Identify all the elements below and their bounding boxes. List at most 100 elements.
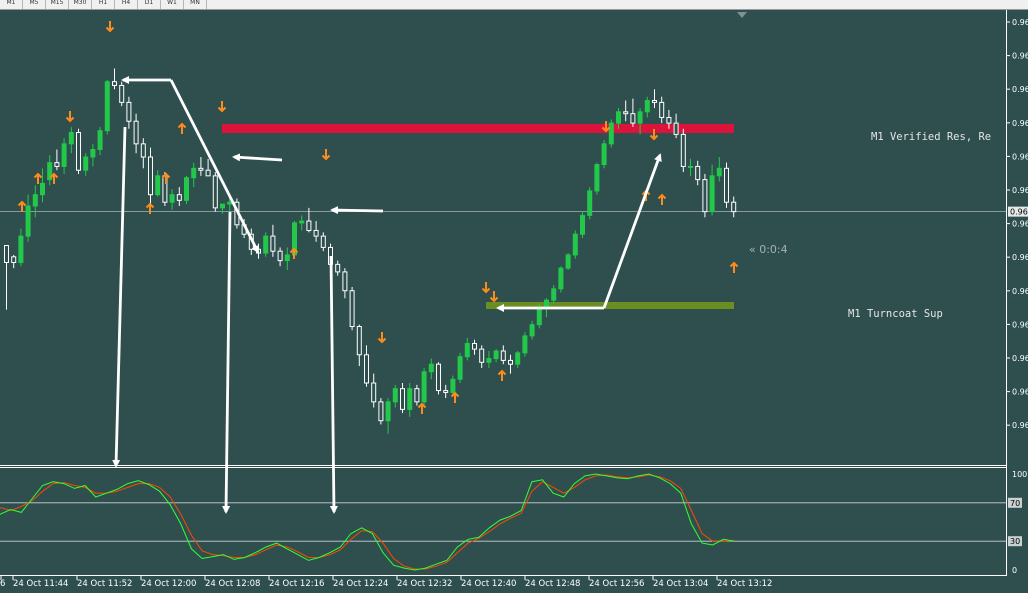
time-axis-label: 24 Oct 12:00 xyxy=(141,579,196,589)
candle-body xyxy=(551,288,557,301)
candle-body xyxy=(90,148,96,158)
candle-body xyxy=(479,348,485,363)
candle-body xyxy=(54,162,60,167)
time-axis-label: 24 Oct 12:40 xyxy=(461,579,516,589)
time-axis-label: 24 Oct 12:24 xyxy=(333,579,388,589)
support-label: M1 Turncoat Sup xyxy=(848,308,943,320)
candle-body xyxy=(716,167,722,177)
candle-body xyxy=(400,388,405,410)
candle-body xyxy=(263,235,269,254)
price-axis-label: 0.96 xyxy=(1012,320,1028,329)
candle-body xyxy=(299,220,305,224)
candle-body xyxy=(104,81,110,132)
candle-body xyxy=(652,100,657,103)
candle-body xyxy=(126,101,132,122)
candle-body xyxy=(500,350,506,361)
candle-body xyxy=(176,194,182,201)
candle-body xyxy=(385,401,391,422)
candle-body xyxy=(220,203,225,209)
candle-body xyxy=(40,182,45,196)
price-pane xyxy=(0,10,1006,464)
candle-body xyxy=(450,378,456,393)
time-axis-label: 24 Oct 12:16 xyxy=(269,579,324,589)
candle-body xyxy=(198,167,204,171)
candle-body xyxy=(306,220,312,231)
candle-body xyxy=(25,205,31,237)
candle-body xyxy=(443,390,449,393)
candle-body xyxy=(623,111,629,115)
candle-body xyxy=(191,167,197,179)
time-axis-label: 24 Oct 12:56 xyxy=(589,579,644,589)
candle-body xyxy=(529,324,535,337)
price-axis-label: 0.96 xyxy=(1012,18,1028,27)
candle-body xyxy=(313,229,319,237)
time-axis-label: 24 Oct 11:44 xyxy=(13,579,68,589)
candle-body xyxy=(184,177,189,201)
candle-body xyxy=(68,132,74,145)
candlestick-chart[interactable]: 0.96 0.96 0.96 0.96 0.96 0.96 0.96 0.96 0.96 0.96… xyxy=(0,0,1028,593)
price-axis-label: 0.96 xyxy=(1012,354,1028,363)
candle-body xyxy=(155,175,161,196)
candle-body xyxy=(335,263,341,273)
candle-body xyxy=(277,250,283,262)
candle-body xyxy=(580,214,585,235)
candle-body xyxy=(515,352,521,365)
candle-body xyxy=(572,233,578,256)
time-axis-label: 24 Oct 12:08 xyxy=(205,579,260,589)
candle-body xyxy=(364,354,369,384)
price-axis-label: 0.96 xyxy=(1012,220,1028,229)
candle-body xyxy=(601,143,607,166)
price-axis-label: 0.96 xyxy=(1012,253,1028,262)
oscillator-level-label: 70 xyxy=(1010,499,1020,508)
candle-body xyxy=(349,290,355,328)
candle-body xyxy=(392,388,398,403)
candle-body xyxy=(140,143,146,158)
candle-body xyxy=(119,84,125,103)
resistance-label: M1 Verified Res, Re xyxy=(871,131,991,143)
candle-body xyxy=(342,271,348,292)
candle-body xyxy=(558,267,564,290)
oscillator-level-label: 100 xyxy=(1012,470,1027,479)
time-axis-label: 6 xyxy=(0,579,5,589)
candle-body xyxy=(320,235,326,248)
candle-body xyxy=(32,194,38,207)
candle-body xyxy=(212,175,218,209)
candle-body xyxy=(486,358,492,363)
candle-body xyxy=(284,254,290,262)
candle-body xyxy=(587,190,593,216)
resistance-zone xyxy=(222,124,734,133)
candle-body xyxy=(644,100,650,113)
candle-body xyxy=(673,122,679,135)
candle-body xyxy=(169,194,175,203)
candle-body xyxy=(133,120,139,145)
price-axis-label: 0.96 xyxy=(1012,85,1028,94)
price-axis-label: 0.96 xyxy=(1012,421,1028,430)
candle-body xyxy=(544,299,549,309)
candle-body xyxy=(18,235,24,263)
candle-body xyxy=(616,111,621,124)
time-axis-label: 24 Oct 13:04 xyxy=(653,579,708,589)
candle-body xyxy=(371,382,377,403)
candle-body xyxy=(436,363,441,392)
candle-body xyxy=(148,156,153,196)
candle-body xyxy=(356,326,362,356)
candle-body xyxy=(83,156,89,171)
price-axis-label: 0.96 xyxy=(1012,152,1028,161)
candle-body xyxy=(270,235,276,252)
candle-body xyxy=(97,130,103,150)
candle-body xyxy=(709,175,715,213)
candle-body xyxy=(112,81,117,86)
price-axis-label: 0.96 xyxy=(1012,186,1028,195)
candle-body xyxy=(457,356,463,380)
candle-body xyxy=(378,401,384,422)
candle-body xyxy=(724,167,729,203)
price-axis-label: 0.96 xyxy=(1012,52,1028,61)
candle-body xyxy=(536,307,542,326)
candle-body xyxy=(680,133,686,167)
chart-window: M1 M5 M15 M30 H1 H4 D1 W1 MN 0.96 0.96 0.96 0.96 0.9… xyxy=(0,0,1028,593)
candle-body xyxy=(493,350,499,360)
candle-body xyxy=(731,201,737,213)
price-axis-label: 0.96 xyxy=(1012,287,1028,296)
candle-body xyxy=(227,201,233,205)
candle-body xyxy=(594,164,600,192)
